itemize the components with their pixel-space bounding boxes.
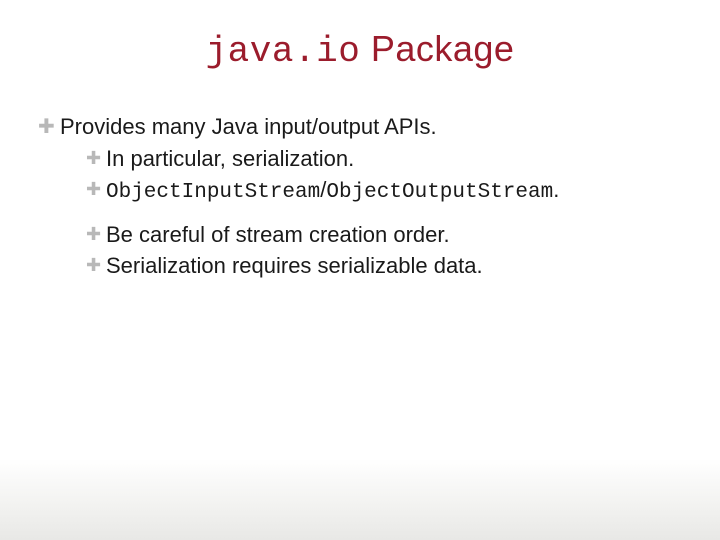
- plus-icon: ✚: [86, 251, 106, 277]
- sub-bullets: ✚ In particular, serialization. ✚ Object…: [86, 144, 680, 281]
- bullet-sub-2-text: ObjectInputStream/ObjectOutputStream.: [106, 175, 680, 207]
- bullet-main: ✚ Provides many Java input/output APIs.: [38, 112, 680, 142]
- code-text-2: ObjectOutputStream: [326, 181, 553, 204]
- period: .: [553, 177, 559, 202]
- bullet-sub-4-text: Serialization requires serializable data…: [106, 251, 680, 281]
- plus-icon: ✚: [86, 144, 106, 170]
- title-text: Package: [360, 28, 514, 69]
- bullet-main-text: Provides many Java input/output APIs.: [60, 112, 680, 142]
- bullet-sub-1-text: In particular, serialization.: [106, 144, 680, 174]
- bullet-sub-3-text: Be careful of stream creation order.: [106, 220, 680, 250]
- plus-icon: ✚: [86, 175, 106, 201]
- bullet-sub-4: ✚ Serialization requires serializable da…: [86, 251, 680, 281]
- bullet-sub-1: ✚ In particular, serialization.: [86, 144, 680, 174]
- code-text-1: ObjectInputStream: [106, 181, 320, 204]
- title-code: java.io: [206, 31, 361, 72]
- slide-title: java.io Package: [0, 28, 720, 72]
- plus-icon: ✚: [86, 220, 106, 246]
- bullet-sub-3: ✚ Be careful of stream creation order.: [86, 220, 680, 250]
- spacer: [86, 208, 680, 218]
- bullet-sub-2: ✚ ObjectInputStream/ObjectOutputStream.: [86, 175, 680, 207]
- slide: java.io Package ✚ Provides many Java inp…: [0, 0, 720, 540]
- plus-icon: ✚: [38, 112, 60, 141]
- slide-body: ✚ Provides many Java input/output APIs. …: [38, 112, 680, 281]
